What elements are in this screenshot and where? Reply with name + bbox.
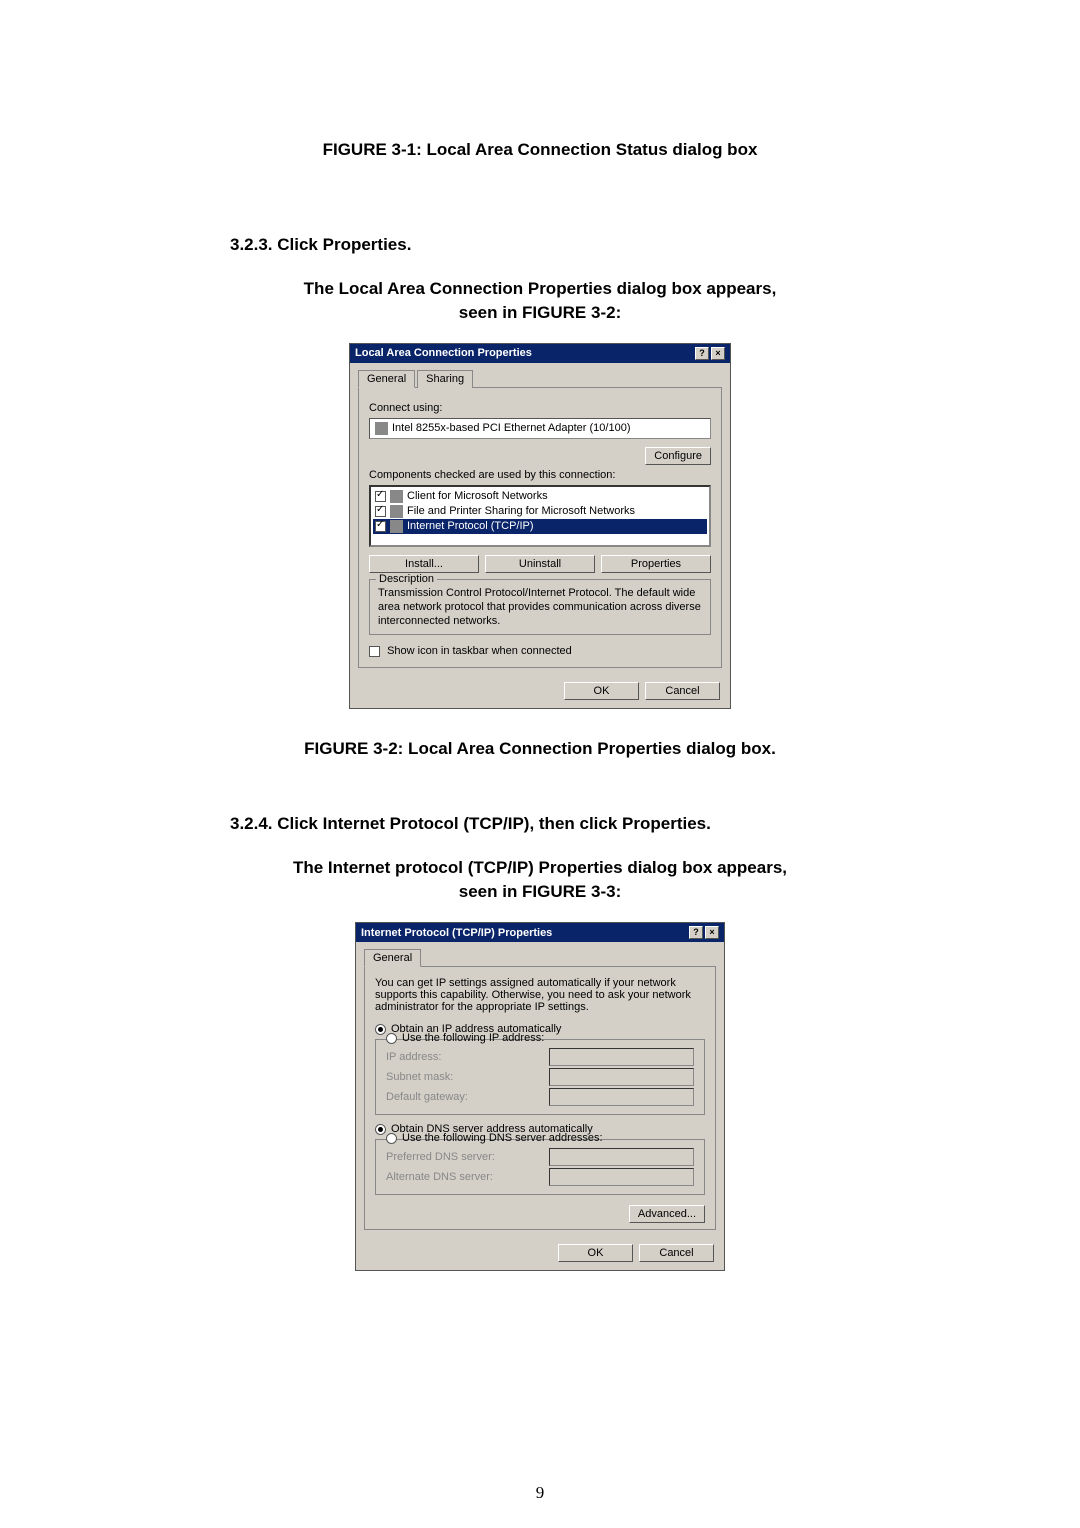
description-group-title: Description xyxy=(376,573,437,585)
list-item[interactable]: Client for Microsoft Networks xyxy=(373,489,707,504)
tab-general[interactable]: General xyxy=(358,370,415,388)
section-3-2-4-sub: The Internet protocol (TCP/IP) Propertie… xyxy=(80,856,1000,904)
cancel-button[interactable]: Cancel xyxy=(645,682,720,700)
checkbox-icon[interactable] xyxy=(375,521,386,532)
subnet-label: Subnet mask: xyxy=(386,1071,453,1083)
alternate-dns-label: Alternate DNS server: xyxy=(386,1171,493,1183)
ok-button[interactable]: OK xyxy=(564,682,639,700)
component-icon xyxy=(390,520,403,533)
component-label: Internet Protocol (TCP/IP) xyxy=(407,520,534,532)
lac-properties-dialog: Local Area Connection Properties ? × Gen… xyxy=(349,343,731,710)
section-3-2-4-heading: 3.2.4. Click Internet Protocol (TCP/IP),… xyxy=(230,814,1000,834)
help-icon[interactable]: ? xyxy=(695,347,709,360)
tab-general[interactable]: General xyxy=(364,949,421,967)
adapter-icon xyxy=(375,422,388,435)
component-icon xyxy=(390,505,403,518)
tcpip-intro-text: You can get IP settings assigned automat… xyxy=(375,977,705,1013)
connect-using-label: Connect using: xyxy=(369,402,711,414)
component-label: Client for Microsoft Networks xyxy=(407,490,548,502)
section-3-2-3-heading: 3.2.3. Click Properties. xyxy=(230,235,1000,255)
help-icon[interactable]: ? xyxy=(689,926,703,939)
configure-button[interactable]: Configure xyxy=(645,447,711,465)
description-text: Transmission Control Protocol/Internet P… xyxy=(378,586,702,629)
preferred-dns-input xyxy=(549,1148,694,1166)
figure-3-2-caption: FIGURE 3-2: Local Area Connection Proper… xyxy=(80,739,1000,759)
install-button[interactable]: Install... xyxy=(369,555,479,573)
adapter-name: Intel 8255x-based PCI Ethernet Adapter (… xyxy=(392,422,631,434)
use-ip-group: Use the following IP address: IP address… xyxy=(375,1039,705,1115)
ip-address-input xyxy=(549,1048,694,1066)
cancel-button[interactable]: Cancel xyxy=(639,1244,714,1262)
alternate-dns-input xyxy=(549,1168,694,1186)
adapter-field: Intel 8255x-based PCI Ethernet Adapter (… xyxy=(369,418,711,439)
description-group: Description Transmission Control Protoco… xyxy=(369,579,711,636)
components-listbox[interactable]: Client for Microsoft Networks File and P… xyxy=(369,485,711,547)
preferred-dns-label: Preferred DNS server: xyxy=(386,1151,495,1163)
subnet-input xyxy=(549,1068,694,1086)
figure-3-1-caption: FIGURE 3-1: Local Area Connection Status… xyxy=(80,140,1000,160)
tcpip-properties-dialog: Internet Protocol (TCP/IP) Properties ? … xyxy=(355,922,725,1271)
dialog2-title: Internet Protocol (TCP/IP) Properties xyxy=(361,927,552,939)
dialog1-titlebar: Local Area Connection Properties ? × xyxy=(350,344,730,363)
checkbox-icon[interactable] xyxy=(375,506,386,517)
use-dns-label: Use the following DNS server addresses: xyxy=(402,1132,603,1144)
gateway-label: Default gateway: xyxy=(386,1091,468,1103)
list-item-selected[interactable]: Internet Protocol (TCP/IP) xyxy=(373,519,707,534)
use-dns-group: Use the following DNS server addresses: … xyxy=(375,1139,705,1195)
close-icon[interactable]: × xyxy=(711,347,725,360)
components-label: Components checked are used by this conn… xyxy=(369,469,711,481)
show-icon-label: Show icon in taskbar when connected xyxy=(387,645,572,657)
radio-use-ip[interactable] xyxy=(386,1033,397,1044)
tab-sharing[interactable]: Sharing xyxy=(417,370,473,388)
dialog1-title: Local Area Connection Properties xyxy=(355,347,532,359)
close-icon[interactable]: × xyxy=(705,926,719,939)
component-label: File and Printer Sharing for Microsoft N… xyxy=(407,505,635,517)
uninstall-button[interactable]: Uninstall xyxy=(485,555,595,573)
radio-obtain-dns[interactable] xyxy=(375,1124,386,1135)
radio-obtain-ip[interactable] xyxy=(375,1024,386,1035)
list-item[interactable]: File and Printer Sharing for Microsoft N… xyxy=(373,504,707,519)
dialog2-titlebar: Internet Protocol (TCP/IP) Properties ? … xyxy=(356,923,724,942)
properties-button[interactable]: Properties xyxy=(601,555,711,573)
page-number: 9 xyxy=(536,1483,545,1503)
component-icon xyxy=(390,490,403,503)
use-ip-label: Use the following IP address: xyxy=(402,1032,544,1044)
gateway-input xyxy=(549,1088,694,1106)
ip-address-label: IP address: xyxy=(386,1051,441,1063)
section-3-2-3-sub: The Local Area Connection Properties dia… xyxy=(80,277,1000,325)
ok-button[interactable]: OK xyxy=(558,1244,633,1262)
advanced-button[interactable]: Advanced... xyxy=(629,1205,705,1223)
checkbox-icon[interactable] xyxy=(375,491,386,502)
show-icon-checkbox[interactable] xyxy=(369,646,380,657)
radio-use-dns[interactable] xyxy=(386,1133,397,1144)
